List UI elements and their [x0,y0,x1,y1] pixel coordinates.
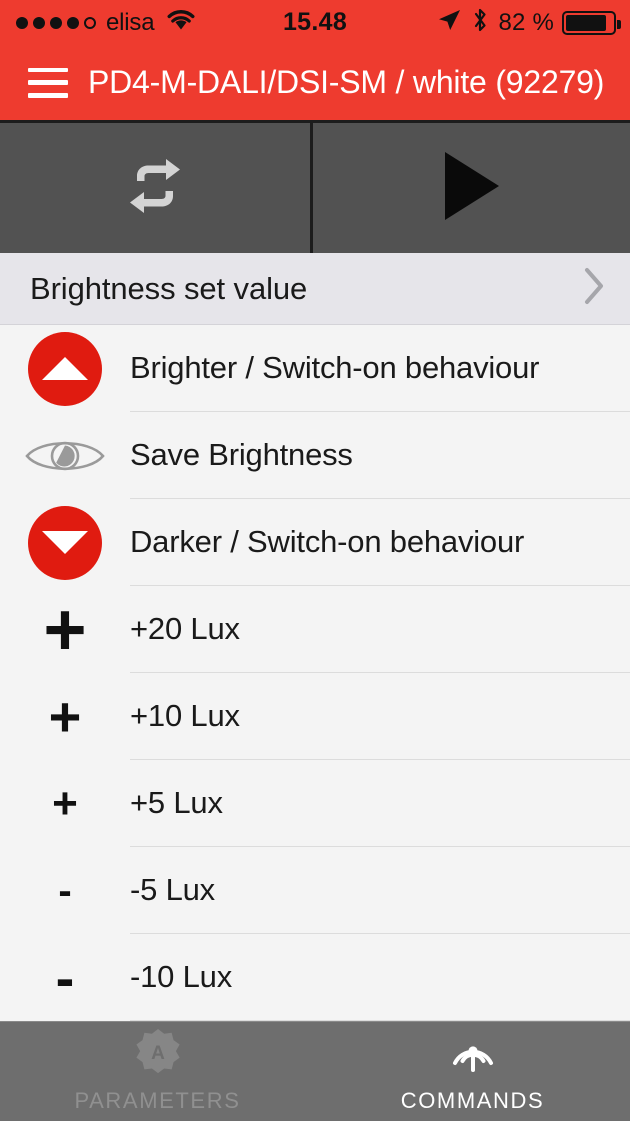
signal-strength-dots [16,16,96,29]
broadcast-icon [450,1029,496,1080]
list-item-label: Brighter / Switch-on behaviour [130,325,630,412]
svg-text:A: A [151,1043,165,1064]
hamburger-menu-icon[interactable] [28,67,68,98]
tab-label: COMMANDS [400,1088,545,1113]
list-item[interactable]: + +10 Lux [0,673,630,760]
repeat-button[interactable] [0,123,313,253]
list-item-label: +10 Lux [130,673,630,760]
bluetooth-icon [470,6,490,40]
minus-icon: - [55,945,75,1009]
red-circle-up-triangle-icon [0,325,130,412]
battery-icon [562,10,621,35]
signal-dot [33,16,45,29]
play-icon [439,150,505,227]
signal-dot [16,16,28,29]
plus-icon: + [48,684,82,748]
brightness-set-value-row[interactable]: Brightness set value [0,253,630,325]
tab-label: PARAMETERS [74,1088,241,1113]
battery-percent-label: 82 % [498,8,554,36]
page-title: PD4-M-DALI/DSI-SM / white (92279) [88,64,605,100]
status-bar-left: elisa [16,8,196,38]
red-circle-down-triangle-icon [0,499,130,586]
location-arrow-icon [436,7,462,39]
signal-dot [67,16,79,29]
carrier-label: elisa [106,8,155,36]
list-item-label: -5 Lux [130,847,630,934]
chevron-right-icon [582,266,606,311]
list-item[interactable]: + +5 Lux [0,760,630,847]
minus-icon: - [58,868,72,913]
app-screen: elisa 15.48 82 % PD4-M-DALI/DSI-SM / whi… [0,0,630,1121]
list-item[interactable]: Brighter / Switch-on behaviour [0,325,630,412]
eye-icon [0,412,130,499]
signal-dot [50,16,62,29]
tab-parameters[interactable]: A PARAMETERS [0,1022,315,1121]
tab-bar: A PARAMETERS COMMANDS [0,1021,630,1121]
status-bar-right: 82 % [436,6,621,40]
repeat-icon [120,158,190,219]
play-button[interactable] [313,123,630,253]
list-item-label: Save Brightness [130,412,630,499]
tab-commands[interactable]: COMMANDS [315,1022,630,1121]
parameters-badge-a-icon: A [135,1029,181,1080]
control-bar [0,123,630,253]
list-item[interactable]: + +20 Lux [0,586,630,673]
list-item[interactable]: - -10 Lux [0,934,630,1021]
section-title: Brightness set value [30,270,308,306]
list-item-label: Darker / Switch-on behaviour [130,499,630,586]
wifi-icon [166,8,196,38]
list-item[interactable]: Save Brightness [0,412,630,499]
plus-icon: + [43,587,87,671]
list-item[interactable]: - -5 Lux [0,847,630,934]
plus-icon: + [52,778,78,828]
signal-dot-empty [84,16,96,29]
list-item-label: -10 Lux [130,934,630,1021]
list-item-label: +20 Lux [130,586,630,673]
command-list: Brighter / Switch-on behaviour Save Brig… [0,325,630,1021]
list-item-label: +5 Lux [130,760,630,847]
app-header: PD4-M-DALI/DSI-SM / white (92279) [0,45,630,123]
status-bar: elisa 15.48 82 % [0,0,630,45]
list-item[interactable]: Darker / Switch-on behaviour [0,499,630,586]
